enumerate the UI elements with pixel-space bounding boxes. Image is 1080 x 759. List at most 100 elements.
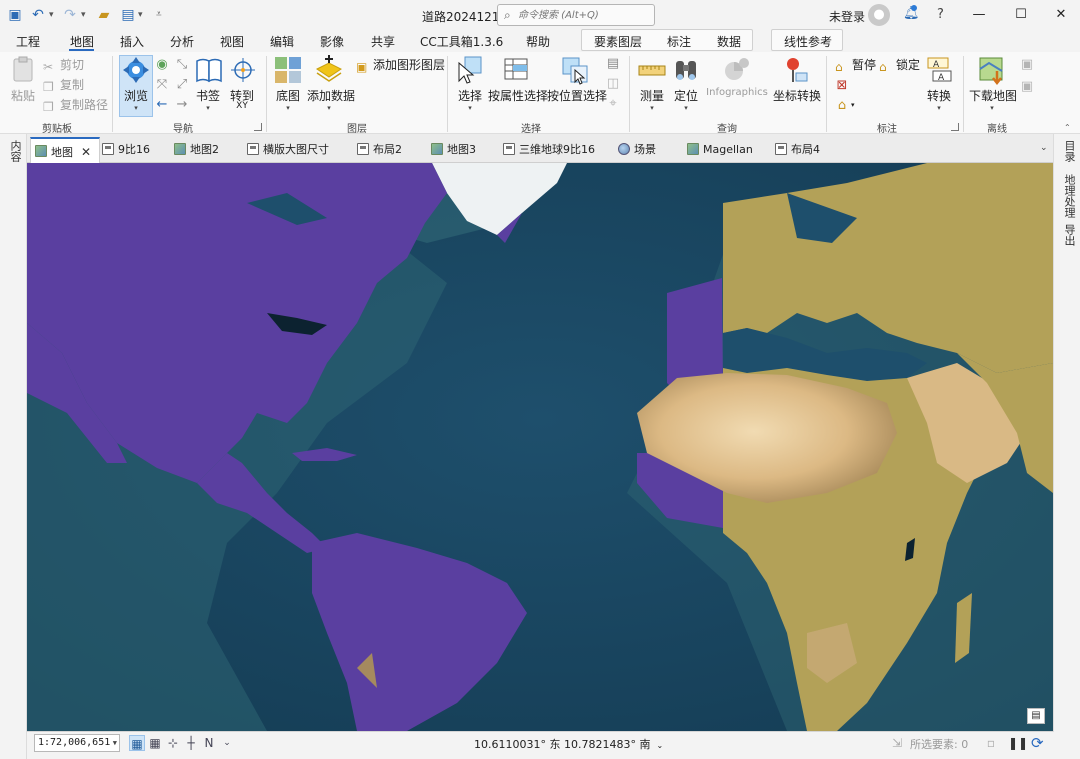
- full-extent-icon[interactable]: ◉: [155, 58, 169, 72]
- export-pane-tab[interactable]: 导出: [1061, 224, 1077, 246]
- user-avatar-icon[interactable]: ●: [868, 4, 890, 26]
- maximize-button[interactable]: ☐: [1003, 0, 1039, 30]
- convert-dropdown-icon[interactable]: ▾: [925, 104, 953, 112]
- doc-tab-scene[interactable]: 场景: [614, 137, 656, 163]
- close-window-button[interactable]: ✕: [1043, 0, 1079, 30]
- doc-tab-map3[interactable]: 地图3: [427, 137, 476, 163]
- doc-tab-9x16[interactable]: 9比16: [98, 137, 150, 163]
- scale-dropdown-icon[interactable]: ▼: [113, 735, 117, 751]
- basemap-label: 底图: [275, 89, 300, 103]
- paste-icon: [8, 55, 38, 85]
- fixed-zoom-in-icon[interactable]: ⤡: [175, 58, 189, 72]
- bookmarks-dropdown-icon[interactable]: ▾: [194, 104, 222, 112]
- explore-dropdown-icon[interactable]: ▾: [119, 104, 153, 112]
- catalog-pane-tab[interactable]: 目录: [1061, 140, 1077, 162]
- status-dropdown-icon[interactable]: ⌄: [219, 735, 235, 751]
- select-by-location-button[interactable]: 按位置选择: [547, 55, 607, 104]
- basemap-button[interactable]: 底图 ▾: [273, 55, 303, 112]
- coordinate-format-dropdown-icon[interactable]: ⌄: [656, 741, 663, 750]
- doc-tab-landscape-size[interactable]: 横版大图尺寸: [243, 137, 329, 163]
- snapping-icon[interactable]: ⊹: [165, 735, 181, 751]
- doc-tab-layout2[interactable]: 布局2: [353, 137, 402, 163]
- contents-pane-tab[interactable]: 内容: [7, 140, 23, 162]
- view-dropdown-icon[interactable]: ▾: [138, 9, 146, 21]
- open-project-icon[interactable]: ▰: [96, 7, 112, 23]
- doc-tab-magellan[interactable]: Magellan: [683, 137, 753, 163]
- select-by-attribute-button[interactable]: 按属性选择: [488, 55, 548, 104]
- doc-tab-map[interactable]: 地图 ✕: [30, 137, 101, 163]
- tab-cc-toolbox[interactable]: CC工具箱1.3.6: [420, 33, 503, 50]
- tab-help[interactable]: 帮助: [526, 33, 550, 50]
- help-button[interactable]: ?: [937, 7, 944, 22]
- explore-button[interactable]: 浏览 ▾: [119, 55, 153, 112]
- tab-insert[interactable]: 插入: [120, 33, 144, 50]
- add-data-dropdown-icon[interactable]: ▾: [307, 104, 351, 112]
- goto-xy-button[interactable]: 转到 XY: [228, 55, 256, 111]
- tab-project[interactable]: 工程: [16, 33, 40, 50]
- map-view[interactable]: ▤: [27, 163, 1053, 731]
- select-button[interactable]: 选择 ▾: [455, 55, 485, 112]
- lock-labeling-button[interactable]: ⌂ 锁定: [879, 56, 920, 74]
- navigate-launcher-icon[interactable]: [254, 123, 262, 131]
- tab-imagery[interactable]: 影像: [320, 33, 344, 50]
- project-icon[interactable]: ▣: [7, 7, 23, 23]
- pause-labeling-button[interactable]: ⌂ 暂停: [835, 56, 876, 74]
- doc-tab-layout4[interactable]: 布局4: [771, 137, 820, 163]
- tab-analysis[interactable]: 分析: [170, 33, 194, 50]
- more-labeling-icon[interactable]: ⌂: [835, 99, 849, 113]
- geoprocessing-pane-tab[interactable]: 地理处理: [1061, 174, 1077, 218]
- zoom-to-selected-icon[interactable]: ⤧: [155, 78, 169, 92]
- convert-labels-button[interactable]: AA 转换 ▾: [925, 55, 953, 112]
- undo-dropdown-icon[interactable]: ▾: [49, 9, 57, 21]
- scale-selector[interactable]: 1:72,006,651 ▼: [34, 734, 120, 752]
- north-arrow-icon[interactable]: N: [201, 735, 217, 751]
- close-tab-icon[interactable]: ✕: [81, 145, 91, 159]
- command-search-input[interactable]: [518, 7, 650, 23]
- tab-edit[interactable]: 编辑: [270, 33, 294, 50]
- doc-tab-3d-globe[interactable]: 三维地球9比16: [499, 137, 595, 163]
- measure-dropdown-icon[interactable]: ▾: [637, 104, 667, 112]
- tab-labeling[interactable]: 标注: [667, 33, 691, 50]
- bookmarks-button[interactable]: 书签 ▾: [194, 55, 222, 112]
- select-dropdown-icon[interactable]: ▾: [455, 104, 485, 112]
- collapse-ribbon-icon[interactable]: ⌃: [1064, 123, 1071, 132]
- tab-share[interactable]: 共享: [371, 33, 395, 50]
- minimize-button[interactable]: —: [961, 0, 997, 30]
- svg-text:A: A: [933, 60, 940, 70]
- command-search[interactable]: ⌕: [497, 4, 655, 26]
- attributes-icon[interactable]: ▤: [606, 57, 620, 71]
- fixed-zoom-out-icon[interactable]: ⤢: [175, 78, 189, 92]
- tab-feature-layer[interactable]: 要素图层: [594, 33, 642, 50]
- labeling-launcher-icon[interactable]: [951, 123, 959, 131]
- tab-data[interactable]: 数据: [717, 33, 741, 50]
- add-graphics-layer-button[interactable]: ▣ 添加图形图层: [356, 56, 445, 74]
- locate-button[interactable]: 定位 ▾: [671, 55, 701, 112]
- locate-dropdown-icon[interactable]: ▾: [671, 104, 701, 112]
- measure-button[interactable]: 测量 ▾: [637, 55, 667, 112]
- customize-toolbar-icon[interactable]: ⩡: [156, 9, 164, 21]
- tab-linear-referencing[interactable]: 线性参考: [784, 33, 832, 50]
- redo-dropdown-icon[interactable]: ▾: [81, 9, 89, 21]
- download-map-button[interactable]: 下载地图 ▾: [969, 55, 1017, 112]
- convert-coordinates-button[interactable]: 坐标转换: [773, 55, 821, 104]
- doc-tab-map2[interactable]: 地图2: [170, 137, 219, 163]
- tab-map[interactable]: 地图: [70, 33, 94, 50]
- map-grid-toggle-icon[interactable]: ▦: [129, 735, 145, 751]
- more-labeling-dropdown-icon[interactable]: ▾: [851, 101, 855, 109]
- basemap-dropdown-icon[interactable]: ▾: [273, 104, 303, 112]
- undo-icon[interactable]: ↶: [30, 7, 46, 23]
- download-map-dropdown-icon[interactable]: ▾: [969, 104, 1015, 112]
- previous-extent-icon[interactable]: ←: [155, 98, 169, 112]
- map-layers-badge-icon[interactable]: ▤: [1027, 708, 1045, 724]
- tabs-overflow-icon[interactable]: ⌄: [1040, 143, 1048, 153]
- table-view-icon[interactable]: ▦: [147, 735, 163, 751]
- grid-snap-icon[interactable]: ┼: [183, 735, 199, 751]
- tab-view[interactable]: 视图: [220, 33, 244, 50]
- sign-in-status[interactable]: 未登录: [829, 8, 865, 25]
- add-data-button[interactable]: 添加数据 ▾: [307, 55, 355, 112]
- next-extent-icon[interactable]: →: [175, 98, 189, 112]
- pause-drawing-icon[interactable]: ❚❚: [1008, 736, 1028, 750]
- refresh-icon[interactable]: ⟳: [1031, 734, 1044, 752]
- unplaced-labels-icon[interactable]: ⊠: [835, 79, 849, 93]
- layout-view-icon[interactable]: ▤: [120, 7, 136, 23]
